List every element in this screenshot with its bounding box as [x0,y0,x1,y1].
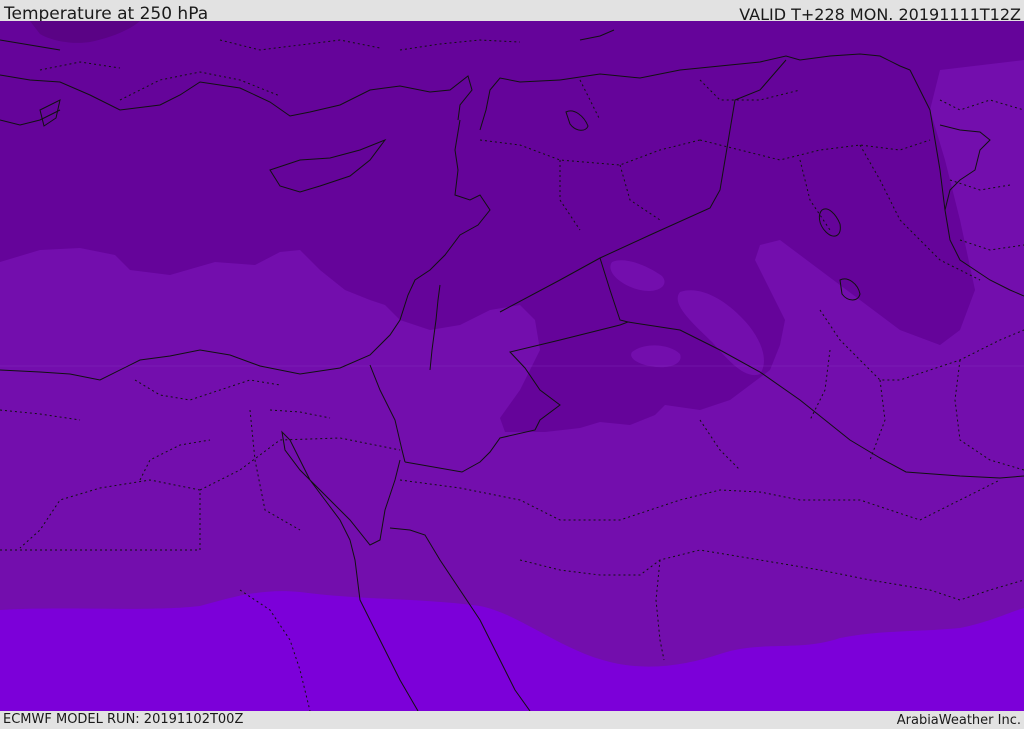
credit: ArabiaWeather Inc. [896,713,1021,728]
map-footer: ECMWF MODEL RUN: 20191102T00Z ArabiaWeat… [0,711,1024,729]
model-run: ECMWF MODEL RUN: 20191102T00Z [3,712,244,727]
temperature-map[interactable] [0,21,1024,711]
map-header: Temperature at 250 hPa VALID T+228 MON. … [0,0,1024,24]
map-canvas [0,21,1024,711]
